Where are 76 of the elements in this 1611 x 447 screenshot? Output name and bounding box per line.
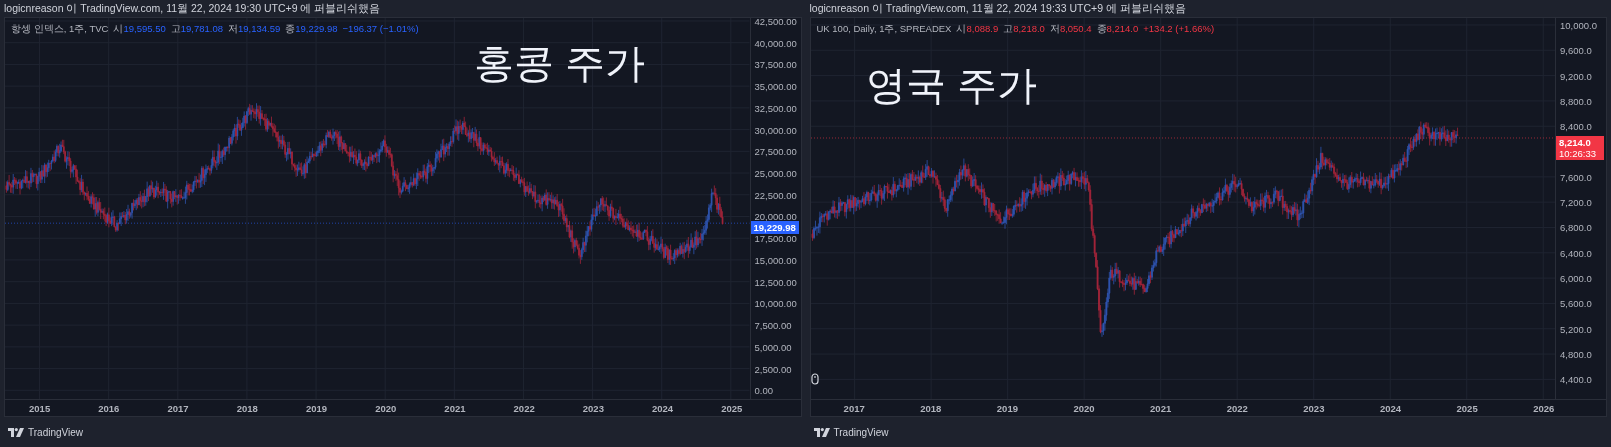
year-label: 2018: [920, 403, 942, 414]
year-label: 2018: [236, 403, 258, 414]
chart-title: 영국 주가: [866, 62, 1038, 109]
year-label: 2019: [305, 403, 328, 414]
year-label: 2020: [375, 403, 397, 414]
year-label: 2025: [721, 403, 743, 414]
price-label: 35,000.00: [754, 80, 797, 92]
ohlc-value: 저8,050.4: [1049, 23, 1092, 36]
price-label: 12,500.00: [754, 276, 797, 288]
price-label: 27,500.00: [754, 145, 797, 157]
price-label: 40,000.00: [754, 37, 797, 49]
ohlc-value: 고8,218.0: [1003, 23, 1045, 36]
year-label: 2026: [1533, 403, 1555, 414]
price-label: 25,000.00: [754, 167, 797, 179]
logo-icon: [8, 427, 24, 437]
year-label: 2022: [1226, 403, 1248, 414]
price-label: 10,000.0: [1560, 19, 1597, 31]
ohlc-value: 종 19,229.98: [285, 23, 338, 36]
price-label: 20,000.00: [754, 211, 797, 222]
price-label: 4,400.0: [1560, 373, 1592, 385]
year-label: 2017: [167, 403, 189, 414]
price-label: 37,500.00: [754, 58, 797, 70]
year-label: 2019: [996, 403, 1018, 414]
year-label: 2023: [1303, 403, 1325, 414]
symbol-name: UK 100, Daily, 1주, SPREADEX: [816, 23, 952, 36]
price-label: 8,400.0: [1560, 120, 1592, 132]
last-price-badge: 19,229.98: [750, 221, 799, 235]
price-label: 42,500.00: [754, 15, 797, 27]
price-change: −196.37 (−1.01%): [342, 23, 419, 36]
last-price-badge: 8,214.0 10:26:33: [1556, 136, 1604, 160]
price-label: 9,200.0: [1560, 70, 1592, 82]
price-label: 15,000.00: [754, 254, 797, 266]
price-label: 17,500.00: [754, 232, 797, 244]
publish-info: logicnreason 이 TradingView.com, 11월 22, 2024 19:30 UTC+9 에 퍼블리쉬했음: [4, 1, 382, 16]
brand-name: TradingView: [28, 426, 84, 438]
ohlc-value: 저19,134.59: [228, 23, 281, 36]
year-label: 2024: [1379, 403, 1402, 414]
logo-icon: [813, 427, 830, 437]
price-label: 5,200.0: [1560, 323, 1592, 335]
ohlc-value: 시 19,595.50: [113, 23, 166, 36]
ohlc-value: 고19,781.08: [170, 23, 223, 36]
price-label: 6,800.0: [1560, 222, 1592, 233]
price-label: 0.00: [754, 384, 773, 396]
year-label: 2015: [29, 403, 51, 414]
ohlc-value: 시 8,088.9: [956, 23, 999, 36]
price-label: 5,600.0: [1560, 297, 1592, 309]
price-label: 32,500.00: [754, 102, 797, 114]
brand-name: TradingView: [833, 426, 889, 438]
publish-info: logicnreason 이 TradingView.com, 11월 22, 2024 19:33 UTC+9 에 퍼블리쉬했음: [809, 1, 1187, 16]
year-label: 2024: [652, 403, 674, 414]
year-label: 2021: [444, 403, 466, 414]
price-label: 8,800.0: [1560, 95, 1592, 107]
year-label: 2017: [843, 403, 865, 414]
ohlc-value: 종8,214.0: [1096, 23, 1139, 36]
year-label: 2020: [1073, 403, 1095, 414]
chart-title: 홍콩 주가: [474, 40, 646, 87]
price-label: 4,800.0: [1560, 348, 1592, 360]
year-label: 2022: [513, 403, 535, 414]
year-label: 2021: [1150, 403, 1172, 414]
price-label: 7,200.0: [1560, 196, 1592, 208]
symbol-name: 항셍 인덱스, 1주, TVC: [11, 23, 109, 36]
scroll-icon[interactable]: [810, 373, 819, 385]
price-label: 2,500.00: [754, 363, 792, 375]
year-label: 2023: [582, 403, 604, 414]
price-change: +134.2 (+1.66%): [1143, 23, 1215, 36]
price-label: 22,500.00: [754, 189, 797, 201]
price-label: 6,400.0: [1560, 247, 1592, 259]
price-label: 30,000.00: [754, 124, 797, 136]
price-label: 10,000.00: [754, 297, 797, 309]
year-label: 2025: [1456, 403, 1478, 414]
price-label: 5,000.00: [754, 341, 792, 353]
price-label: 6,000.0: [1560, 272, 1592, 284]
price-label: 7,600.0: [1560, 171, 1592, 183]
price-label: 9,600.0: [1560, 44, 1592, 56]
price-label: 7,500.00: [754, 319, 792, 331]
year-label: 2016: [98, 403, 120, 414]
